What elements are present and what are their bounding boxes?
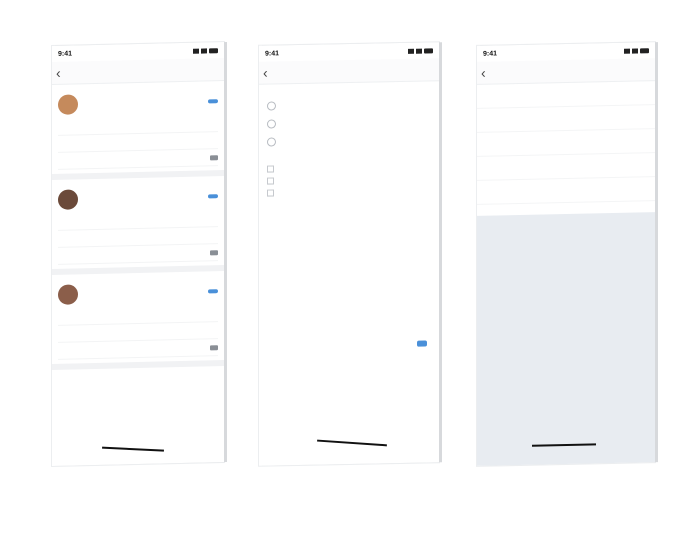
radio-icon — [267, 100, 276, 111]
card-row — [58, 244, 218, 265]
card-subtitle — [84, 102, 202, 105]
card-row — [58, 339, 218, 360]
checkbox-option[interactable] — [267, 183, 431, 198]
nav-bar: ‹ — [259, 58, 439, 85]
avatar — [58, 189, 78, 210]
avatar — [58, 284, 78, 305]
checkbox-icon — [267, 176, 274, 185]
form-section — [259, 81, 439, 204]
radio-icon — [267, 136, 276, 147]
home-indicator — [102, 446, 164, 452]
card-name — [84, 196, 202, 199]
list-card[interactable] — [52, 81, 224, 180]
back-arrow-icon[interactable]: ‹ — [481, 65, 493, 81]
action-badge-button[interactable] — [208, 99, 218, 104]
overlay-panel — [477, 212, 655, 466]
radio-icon — [267, 118, 276, 129]
checkbox-icon — [267, 164, 274, 173]
tag-icon — [210, 249, 218, 255]
list-card[interactable] — [52, 176, 224, 275]
card-subtitle — [84, 197, 202, 200]
list-card[interactable] — [52, 271, 224, 370]
action-badge-button[interactable] — [208, 194, 218, 199]
card-name — [84, 291, 202, 294]
radio-option[interactable] — [267, 129, 431, 150]
screen-form-phone: 9:41 ‹ — [259, 42, 439, 466]
card-name — [84, 101, 202, 104]
card-row — [58, 149, 218, 170]
home-indicator — [317, 439, 387, 447]
signal-battery-icons — [624, 47, 649, 54]
menu-item[interactable] — [477, 177, 655, 205]
action-badge-button[interactable] — [208, 289, 218, 294]
screen-menu-phone: 9:41 ‹ — [477, 42, 655, 466]
submit-button[interactable] — [417, 340, 427, 347]
screen-list-phone: 9:41 ‹ — [52, 42, 224, 466]
avatar — [58, 94, 78, 115]
status-time: 9:41 — [265, 49, 280, 58]
back-arrow-icon[interactable]: ‹ — [56, 65, 68, 81]
page-title — [68, 69, 220, 72]
tag-icon — [210, 154, 218, 160]
page-title — [275, 69, 435, 72]
status-time: 9:41 — [483, 49, 498, 58]
card-subtitle — [84, 292, 202, 295]
tag-icon — [210, 344, 218, 350]
back-arrow-icon[interactable]: ‹ — [263, 64, 275, 81]
status-time: 9:41 — [58, 49, 73, 58]
signal-battery-icons — [193, 47, 218, 54]
page-title — [493, 69, 651, 72]
signal-battery-icons — [408, 47, 433, 54]
checkbox-icon — [267, 188, 274, 197]
